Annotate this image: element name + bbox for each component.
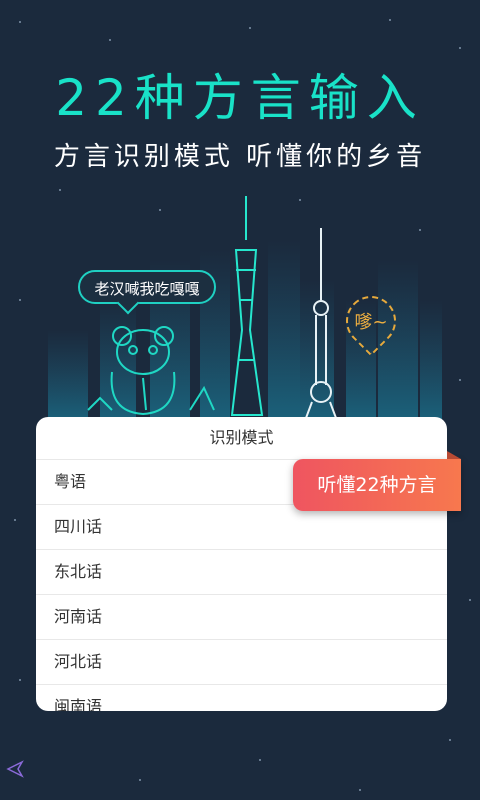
dialect-option[interactable]: 闽南语 xyxy=(36,684,447,711)
speech-bubble: 老汉喊我吃嘎嘎 xyxy=(78,270,216,304)
dialect-option[interactable]: 河北话 xyxy=(36,639,447,684)
page-subtitle: 方言识别模式 听懂你的乡音 xyxy=(53,142,427,172)
dialect-option[interactable]: 河南话 xyxy=(36,594,447,639)
dialect-count-badge: 听懂22种方言 xyxy=(293,451,461,511)
triangle-left-icon[interactable] xyxy=(6,760,24,778)
dialog-title: 识别模式 xyxy=(209,428,274,447)
dialect-option[interactable]: 东北话 xyxy=(36,549,447,594)
pin-label: 嗲~ xyxy=(354,312,388,333)
page-title: 22种方言输入 xyxy=(55,69,425,127)
